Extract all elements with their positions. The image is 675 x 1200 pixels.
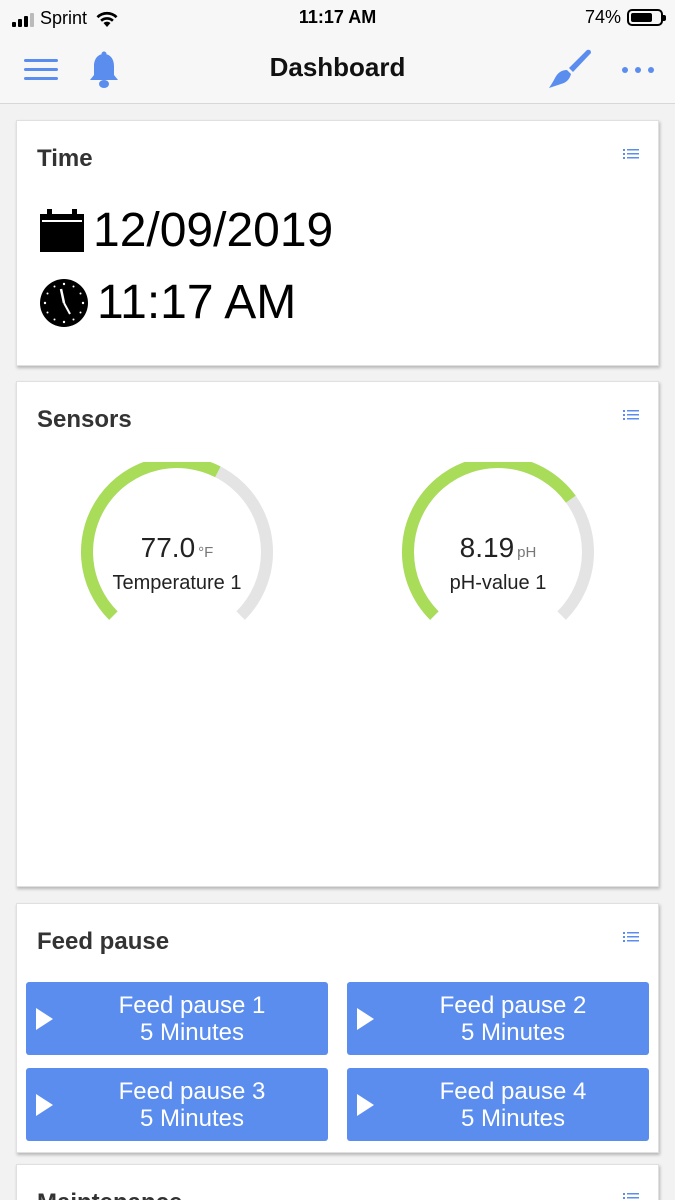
maintenance-card-title: Maintenance — [37, 1189, 182, 1200]
ph-gauge: 8.19 pH pH-value 1 — [398, 462, 598, 642]
more-options-button[interactable] — [614, 46, 662, 94]
list-menu-icon[interactable] — [620, 143, 642, 163]
play-icon — [36, 1094, 53, 1116]
status-time: 11:17 AM — [298, 7, 377, 27]
feed-pause-name: Feed pause 1 — [118, 992, 266, 1019]
play-icon — [36, 1008, 53, 1030]
sensors-card-title: Sensors — [37, 406, 132, 433]
feed-pause-3-button[interactable]: Feed pause 3 5 Minutes — [26, 1068, 328, 1141]
battery-icon — [627, 9, 666, 26]
date-value: 12/09/2019 — [93, 204, 334, 257]
time-value: 11:17 AM — [97, 276, 297, 329]
feed-pause-duration: 5 Minutes — [460, 1105, 566, 1132]
date-row: 12/09/2019 — [39, 203, 333, 258]
temperature-gauge: 77.0 °F Temperature 1 — [77, 462, 277, 642]
feed-pause-duration: 5 Minutes — [460, 1019, 566, 1046]
feed-pause-name: Feed pause 2 — [439, 992, 587, 1019]
feed-pause-4-button[interactable]: Feed pause 4 5 Minutes — [347, 1068, 649, 1141]
gauge-unit: °F — [198, 544, 214, 561]
status-bar: Sprint 11:17 AM 74% — [0, 0, 675, 36]
time-card: Time 12/09/2019 11:17 AM — [16, 120, 659, 366]
gauge-unit: pH — [517, 544, 537, 561]
time-card-title: Time — [37, 145, 93, 172]
clock-icon — [40, 278, 88, 327]
gauge-value: 8.19 — [459, 532, 515, 563]
list-menu-icon[interactable] — [620, 1187, 642, 1200]
feed-pause-name: Feed pause 3 — [118, 1078, 266, 1105]
calendar-icon — [40, 208, 84, 252]
feed-pause-duration: 5 Minutes — [139, 1105, 245, 1132]
gauge-label: Temperature 1 — [112, 572, 242, 594]
feed-pause-name: Feed pause 4 — [439, 1078, 587, 1105]
navigation-bar: Dashboard — [0, 36, 675, 104]
play-icon — [357, 1094, 374, 1116]
play-icon — [357, 1008, 374, 1030]
maintenance-card: Maintenance — [16, 1164, 659, 1200]
feed-pause-1-button[interactable]: Feed pause 1 5 Minutes — [26, 982, 328, 1055]
clock-row: 11:17 AM — [39, 275, 296, 330]
gauge-label: pH-value 1 — [449, 572, 547, 594]
sensors-card: Sensors 77.0 °F Temperature 1 8.19 pH pH-v… — [16, 381, 659, 887]
battery-percentage: 74% — [584, 7, 621, 27]
feed-pause-card-title: Feed pause — [37, 928, 170, 955]
list-menu-icon[interactable] — [620, 926, 642, 946]
more-icon — [622, 67, 654, 73]
feed-pause-card: Feed pause Feed pause 1 5 Minutes Feed p… — [16, 903, 659, 1153]
feed-pause-2-button[interactable]: Feed pause 2 5 Minutes — [347, 982, 649, 1055]
list-menu-icon[interactable] — [620, 404, 642, 424]
paintbrush-icon — [549, 49, 591, 88]
theme-button[interactable] — [546, 46, 594, 94]
feed-pause-duration: 5 Minutes — [139, 1019, 245, 1046]
gauge-value: 77.0 — [140, 532, 196, 563]
